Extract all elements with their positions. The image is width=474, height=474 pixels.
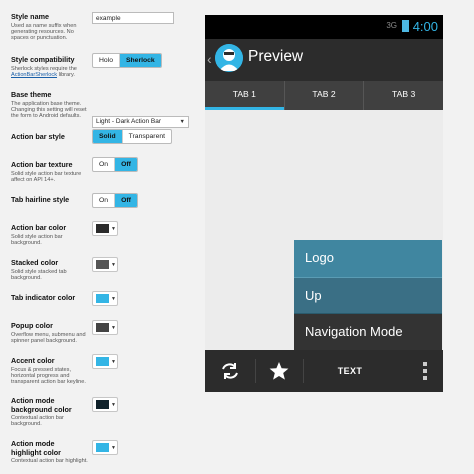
color-chip bbox=[96, 260, 109, 269]
status-time: 4:00 bbox=[412, 19, 438, 34]
tab-indicator-color-row: Tab indicator color ▼ bbox=[11, 291, 196, 306]
status-bar: 3G 4:00 bbox=[205, 15, 443, 39]
color-chip bbox=[96, 294, 109, 303]
chevron-down-icon: ▼ bbox=[179, 119, 185, 126]
accent-color-picker[interactable]: ▼ bbox=[92, 354, 118, 369]
split-action-bar: TEXT bbox=[205, 350, 443, 392]
color-chip bbox=[96, 323, 109, 332]
style-name-desc: Used as name suffix when generating reso… bbox=[11, 22, 77, 42]
option-sherlock[interactable]: Sherlock bbox=[119, 54, 161, 67]
battery-icon bbox=[402, 20, 409, 32]
action-bar-texture-desc: Solid style action bar texture affect on… bbox=[11, 170, 82, 183]
star-icon[interactable] bbox=[262, 350, 296, 392]
chevron-down-icon: ▼ bbox=[111, 401, 116, 408]
color-chip bbox=[96, 357, 109, 366]
menu-item-logo[interactable]: Logo bbox=[294, 240, 442, 277]
chevron-down-icon: ▼ bbox=[111, 444, 116, 451]
base-theme-row: Base theme The application base theme. C… bbox=[11, 90, 196, 131]
chevron-down-icon: ▼ bbox=[111, 225, 116, 232]
app-logo-icon[interactable] bbox=[215, 44, 243, 72]
menu-item-up[interactable]: Up bbox=[294, 277, 442, 314]
action-mode-highlight-row: Action mode highlight color Contextual a… bbox=[11, 439, 196, 464]
tab-strip: TAB 1 TAB 2 TAB 3 bbox=[205, 81, 443, 110]
menu-item-navigation-mode[interactable]: Navigation Mode bbox=[294, 314, 442, 351]
tab-1[interactable]: TAB 1 bbox=[205, 81, 284, 110]
action-mode-bg-label: Action mode background color bbox=[11, 396, 72, 414]
actionbarsherlock-link[interactable]: ActionBarSherlock bbox=[11, 72, 57, 78]
action-bar-style-toggle: Solid Transparent bbox=[92, 129, 173, 144]
color-chip bbox=[96, 400, 109, 409]
style-compat-desc-tail: library. bbox=[58, 71, 75, 78]
base-theme-select[interactable]: Light - Dark Action Bar ▼ bbox=[92, 116, 189, 129]
tab-3[interactable]: TAB 3 bbox=[363, 81, 443, 110]
stacked-color-row: Stacked color Solid style stacked tab ba… bbox=[11, 257, 196, 281]
option-on[interactable]: On bbox=[93, 158, 116, 171]
refresh-icon[interactable] bbox=[213, 350, 247, 392]
option-off[interactable]: Off bbox=[115, 194, 137, 207]
color-chip bbox=[96, 224, 109, 233]
action-bar-texture-row: Action bar texture Solid style action ba… bbox=[11, 157, 196, 183]
tab-2[interactable]: TAB 2 bbox=[283, 81, 364, 110]
style-name-input[interactable]: example bbox=[92, 12, 174, 24]
chevron-down-icon: ▼ bbox=[111, 295, 116, 302]
style-compat-desc-text: Sherlock styles require the bbox=[11, 65, 77, 72]
action-bar: ‹ Preview bbox=[205, 39, 443, 81]
action-bar-color-desc: Solid style action bar background. bbox=[11, 233, 63, 246]
style-name-row: Style name Used as name suffix when gene… bbox=[11, 12, 196, 42]
chevron-down-icon: ▼ bbox=[111, 358, 116, 365]
accent-color-desc: Focus & pressed states, horizontal progr… bbox=[11, 366, 86, 386]
option-off[interactable]: Off bbox=[115, 158, 137, 171]
action-mode-bg-desc: Contextual action bar background. bbox=[11, 415, 64, 428]
overflow-menu: Logo Up Navigation Mode bbox=[294, 240, 442, 351]
style-compat-toggle: Holo Sherlock bbox=[92, 53, 162, 68]
option-holo[interactable]: Holo bbox=[93, 54, 120, 67]
style-compat-row: Style compatibility Sherlock styles requ… bbox=[11, 53, 196, 79]
accent-color-row: Accent color Focus & pressed states, hor… bbox=[11, 354, 196, 386]
popup-color-picker[interactable]: ▼ bbox=[92, 320, 118, 335]
action-mode-highlight-label: Action mode highlight color bbox=[11, 439, 61, 457]
base-theme-value: Light - Dark Action Bar bbox=[96, 118, 162, 126]
tab-hairline-toggle: On Off bbox=[92, 193, 138, 208]
option-solid[interactable]: Solid bbox=[93, 130, 123, 143]
stacked-color-desc: Solid style stacked tab background. bbox=[11, 268, 67, 281]
text-action-button[interactable]: TEXT bbox=[315, 350, 385, 392]
network-indicator: 3G bbox=[386, 21, 397, 30]
up-caret-icon[interactable]: ‹ bbox=[207, 51, 212, 67]
action-mode-highlight-desc: Contextual action bar highlight. bbox=[11, 458, 88, 464]
popup-color-desc: Overflow menu, submenu and spinner panel… bbox=[11, 331, 86, 344]
action-bar-color-picker[interactable]: ▼ bbox=[92, 221, 118, 236]
stacked-color-picker[interactable]: ▼ bbox=[92, 257, 118, 272]
action-bar-color-row: Action bar color Solid style action bar … bbox=[11, 221, 196, 246]
phone-preview: 3G 4:00 ‹ Preview TAB 1 TAB 2 TAB 3 Logo… bbox=[205, 15, 443, 392]
action-mode-bg-row: Action mode background color Contextual … bbox=[11, 396, 196, 428]
base-theme-desc: The application base theme. Changing thi… bbox=[11, 100, 87, 120]
divider bbox=[303, 359, 304, 383]
base-theme-label: Base theme bbox=[11, 90, 52, 99]
action-mode-bg-picker[interactable]: ▼ bbox=[92, 397, 118, 412]
tab-hairline-row: Tab hairline style On Off bbox=[11, 193, 196, 208]
chevron-down-icon: ▼ bbox=[111, 261, 116, 268]
action-bar-title: Preview bbox=[248, 48, 304, 65]
overflow-menu-icon[interactable] bbox=[415, 350, 435, 392]
action-bar-texture-toggle: On Off bbox=[92, 157, 138, 172]
chevron-down-icon: ▼ bbox=[111, 324, 116, 331]
tab-indicator-color-picker[interactable]: ▼ bbox=[92, 291, 118, 306]
popup-color-row: Popup color Overflow menu, submenu and s… bbox=[11, 320, 196, 344]
style-form: Style name Used as name suffix when gene… bbox=[0, 0, 200, 474]
color-chip bbox=[96, 443, 109, 452]
action-mode-highlight-picker[interactable]: ▼ bbox=[92, 440, 118, 455]
style-compat-desc: Sherlock styles require the ActionBarShe… bbox=[11, 66, 89, 79]
option-on[interactable]: On bbox=[93, 194, 116, 207]
divider bbox=[255, 359, 256, 383]
option-transparent[interactable]: Transparent bbox=[123, 130, 171, 143]
action-bar-style-row: Action bar style Solid Transparent bbox=[11, 129, 196, 144]
